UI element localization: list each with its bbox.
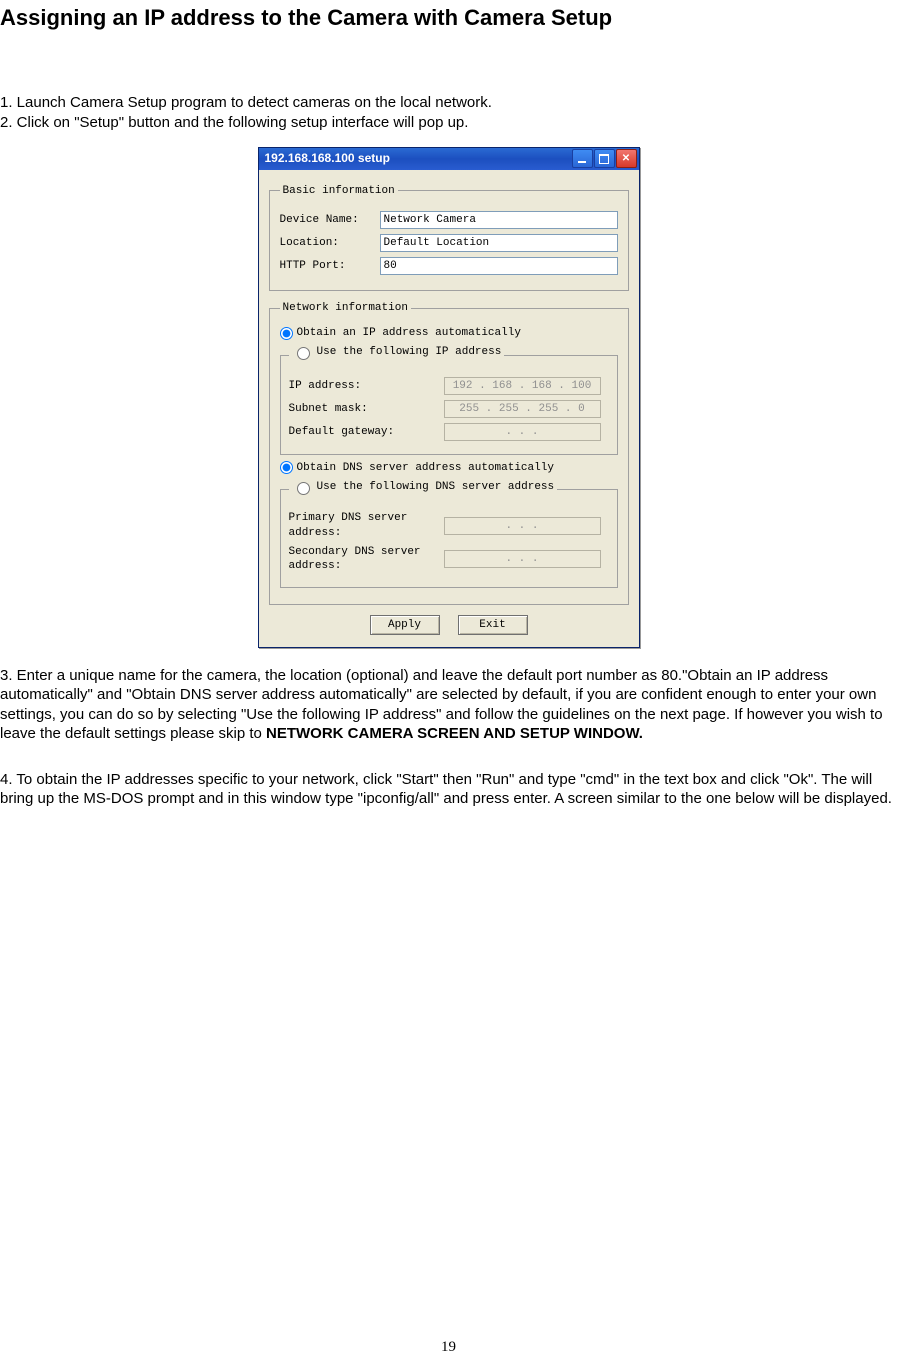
- maximize-icon[interactable]: [594, 149, 615, 168]
- setup-dialog: 192.168.168.100 setup Basic information …: [258, 147, 640, 648]
- subnet-mask-input[interactable]: 255 . 255 . 255 . 0: [444, 400, 601, 418]
- location-label: Location:: [280, 236, 380, 250]
- secondary-dns-label: Secondary DNS server address:: [289, 545, 444, 574]
- network-info-group: Network information Obtain an IP address…: [269, 301, 629, 605]
- basic-info-group: Basic information Device Name: Location:…: [269, 184, 629, 291]
- use-following-ip-label: Use the following IP address: [317, 345, 502, 359]
- use-following-ip-radio[interactable]: [297, 347, 310, 360]
- http-port-input[interactable]: [380, 257, 618, 275]
- obtain-dns-auto-radio[interactable]: [280, 461, 293, 474]
- ip-address-input[interactable]: 192 . 168 . 168 . 100: [444, 377, 601, 395]
- obtain-dns-auto-label: Obtain DNS server address automatically: [297, 461, 554, 475]
- step-1: 1. Launch Camera Setup program to detect…: [0, 93, 897, 113]
- network-info-legend: Network information: [280, 301, 411, 315]
- static-dns-subgroup: Use the following DNS server address Pri…: [280, 479, 618, 587]
- use-following-dns-label: Use the following DNS server address: [317, 480, 555, 494]
- para-3-bold: NETWORK CAMERA SCREEN AND SETUP WINDOW.: [266, 725, 643, 742]
- titlebar[interactable]: 192.168.168.100 setup: [259, 148, 639, 170]
- location-input[interactable]: [380, 234, 618, 252]
- use-following-dns-radio[interactable]: [297, 482, 310, 495]
- para-4: 4. To obtain the IP addresses specific t…: [0, 770, 897, 809]
- secondary-dns-input[interactable]: . . .: [444, 550, 601, 568]
- dialog-title: 192.168.168.100 setup: [265, 151, 390, 167]
- exit-button[interactable]: Exit: [458, 615, 528, 635]
- intro-steps: 1. Launch Camera Setup program to detect…: [0, 93, 897, 133]
- subnet-mask-label: Subnet mask:: [289, 402, 444, 416]
- obtain-ip-auto-label: Obtain an IP address automatically: [297, 326, 521, 340]
- step-2: 2. Click on "Setup" button and the follo…: [0, 113, 897, 133]
- page-number: 19: [0, 1338, 897, 1358]
- para-3: 3. Enter a unique name for the camera, t…: [0, 666, 897, 744]
- device-name-input[interactable]: [380, 211, 618, 229]
- device-name-label: Device Name:: [280, 213, 380, 227]
- primary-dns-input[interactable]: . . .: [444, 517, 601, 535]
- http-port-label: HTTP Port:: [280, 259, 380, 273]
- apply-button[interactable]: Apply: [370, 615, 440, 635]
- close-icon[interactable]: [616, 149, 637, 168]
- default-gateway-input[interactable]: . . .: [444, 423, 601, 441]
- basic-info-legend: Basic information: [280, 184, 398, 198]
- minimize-icon[interactable]: [572, 149, 593, 168]
- static-ip-subgroup: Use the following IP address IP address:…: [280, 344, 618, 454]
- ip-address-label: IP address:: [289, 379, 444, 393]
- page-title: Assigning an IP address to the Camera wi…: [0, 4, 897, 33]
- obtain-ip-auto-radio[interactable]: [280, 327, 293, 340]
- default-gateway-label: Default gateway:: [289, 425, 444, 439]
- primary-dns-label: Primary DNS server address:: [289, 511, 444, 540]
